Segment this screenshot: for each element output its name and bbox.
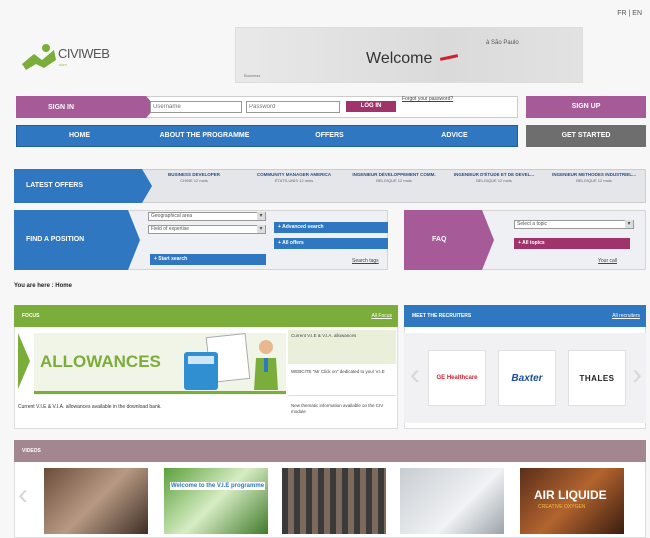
news-item[interactable]: WEBCITE "Mr Click on" dedicated to your …	[288, 366, 396, 396]
offer-title: COMMUNITY MANAGER AMERICA	[256, 172, 332, 177]
recruiters-header: MEET THE RECRUITERS All recruiters	[404, 305, 646, 327]
video-thumbnail[interactable]	[282, 468, 386, 534]
recruiters-header-title: MEET THE RECRUITERS	[412, 313, 472, 319]
video-caption: Welcome to the V.I.E programme	[170, 482, 266, 490]
videos-header: VIDEOS	[14, 440, 646, 462]
field-select[interactable]: Field of expertise	[148, 225, 266, 234]
video-caption: AIR LIQUIDE	[534, 488, 607, 502]
all-focus-link[interactable]: All Focus	[371, 305, 392, 327]
offer-title: INGENIEUR METHODES INDUSTRIEL...	[552, 172, 636, 177]
offer-location: BELGIQUE 12 mois	[376, 178, 412, 183]
video-thumbnail[interactable]	[44, 468, 148, 534]
area-select[interactable]: Geographical area	[148, 212, 266, 221]
offer-location: CHINE 12 mois	[180, 178, 208, 183]
find-position-label: FIND A POSITION	[14, 210, 140, 270]
allowances-caption: Current V.I.E & V.I.A. allowances availa…	[18, 404, 162, 410]
banner-city: à São Paulo	[486, 40, 519, 46]
recruiter-name: GE Healthcare	[436, 375, 478, 381]
nav-about[interactable]: ABOUT THE PROGRAMME	[142, 126, 267, 146]
carousel-next-icon[interactable]: ›	[632, 358, 642, 392]
video-thumbnail[interactable]: AIR LIQUIDE CREATIVE OXYGEN	[520, 468, 624, 534]
banner-accent	[439, 54, 459, 61]
sign-in-label: SIGN IN	[16, 96, 156, 118]
recruiter-logo[interactable]: THALES	[568, 350, 626, 406]
offer-item[interactable]: INGENIEUR DÉVELOPPEMENT COMM. BELGIQUE 12…	[346, 172, 442, 200]
all-offers-button[interactable]: + All offers	[274, 238, 388, 249]
get-started-button[interactable]: GET STARTED	[526, 125, 646, 147]
breadcrumb: You are here : Home	[14, 283, 72, 289]
recruiter-name: Baxter	[511, 372, 543, 384]
carousel-prev-icon[interactable]: ‹	[410, 358, 420, 392]
offer-item[interactable]: INGENIEUR D'ÉTUDE ET DE DEVEL... BELGIQUE…	[446, 172, 542, 200]
arrow-icon	[18, 333, 32, 389]
offer-title: INGENIEUR D'ÉTUDE ET DE DEVEL...	[453, 172, 535, 177]
recruiter-logo[interactable]: GE Healthcare	[428, 350, 486, 406]
news-item[interactable]: New thematic information available on th…	[288, 400, 396, 428]
all-topics-button[interactable]: + All topics	[514, 238, 630, 249]
offer-item[interactable]: INGENIEUR METHODES INDUSTRIEL... BELGIQUE…	[546, 172, 642, 200]
video-prev-icon[interactable]: ‹	[18, 478, 28, 512]
offer-location: ÉTATS-UNIS 12 mois	[274, 178, 314, 183]
video-thumbnail[interactable]: Welcome to the V.I.E programme	[164, 468, 268, 534]
password-input[interactable]	[246, 101, 340, 113]
offer-item[interactable]: BUSINESS DEVELOPER CHINE 12 mois	[146, 172, 242, 200]
language-switch[interactable]: FR | EN	[617, 10, 642, 17]
faq-topic-select[interactable]: Select a topic	[514, 220, 634, 229]
banner-title: Welcome	[366, 50, 433, 67]
person-icon	[254, 340, 278, 390]
recruiter-name: THALES	[579, 373, 615, 383]
offer-location: BELGIQUE 12 mois	[576, 178, 612, 183]
allowances-underline	[34, 391, 286, 394]
offer-title: INGENIEUR DÉVELOPPEMENT COMM.	[352, 172, 436, 177]
logo-subtext: .com	[58, 62, 67, 67]
all-recruiters-link[interactable]: All recruiters	[612, 305, 640, 327]
nav-advice[interactable]: ADVICE	[392, 126, 517, 146]
recruiter-logo[interactable]: Baxter	[498, 350, 556, 406]
nav-offers[interactable]: OFFERS	[267, 126, 392, 146]
news-item[interactable]: Current V.I.E & V.I.A. allowances	[288, 330, 396, 364]
logo-text: CIVIWEB	[58, 46, 110, 61]
latest-offers-label: LATEST OFFERS	[14, 169, 152, 203]
offer-item[interactable]: COMMUNITY MANAGER AMERICA ÉTATS-UNIS 12 m…	[246, 172, 342, 200]
calculator-icon	[184, 352, 218, 390]
start-search-button[interactable]: + Start search	[150, 254, 266, 265]
focus-header: FOCUS All Focus	[14, 305, 398, 327]
allowances-title: ALLOWANCES	[40, 352, 161, 371]
your-call-link[interactable]: Your call	[598, 258, 617, 264]
nav-home[interactable]: HOME	[17, 126, 142, 146]
forgot-password-link[interactable]: Forgot your password?	[402, 96, 453, 102]
welcome-banner[interactable]: Welcome à São Paulo Business	[235, 27, 583, 83]
banner-credit: Business	[244, 73, 261, 78]
offer-title: BUSINESS DEVELOPER	[167, 172, 220, 177]
focus-header-title: FOCUS	[22, 313, 40, 319]
main-nav: HOME ABOUT THE PROGRAMME OFFERS ADVICE	[16, 125, 518, 147]
search-tags-link[interactable]: Search tags	[352, 258, 379, 264]
offer-location: BELGIQUE 12 mois	[476, 178, 512, 183]
username-input[interactable]	[150, 101, 242, 113]
advanced-search-button[interactable]: + Advanced search	[274, 222, 388, 233]
login-button[interactable]: LOG IN	[346, 101, 396, 112]
video-subcaption: CREATIVE OXYGEN	[538, 504, 586, 510]
video-thumbnail[interactable]	[400, 468, 504, 534]
faq-label: FAQ	[404, 210, 494, 270]
sign-up-button[interactable]: SIGN UP	[526, 96, 646, 118]
